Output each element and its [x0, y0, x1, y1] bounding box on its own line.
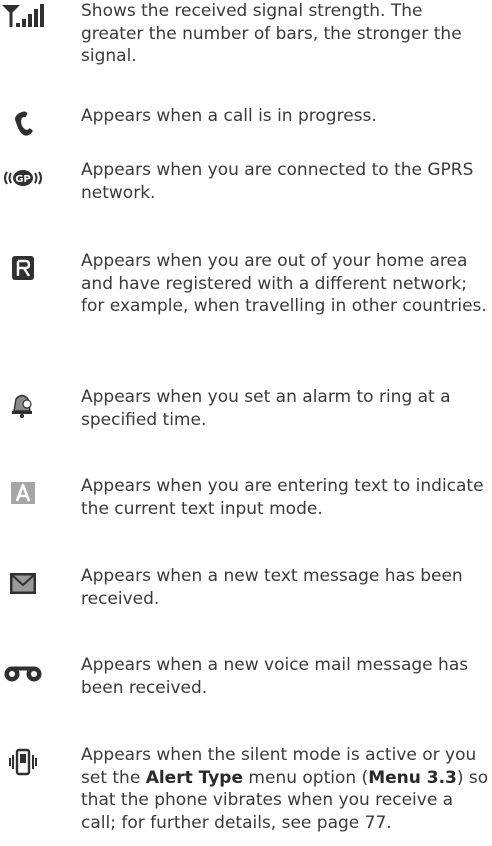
- gprs-icon: GP: [0, 160, 60, 194]
- new-message-icon: [0, 566, 60, 600]
- item-description: Appears when you are connected to the GP…: [81, 160, 474, 203]
- alarm-icon: [0, 387, 60, 421]
- item-description: Appears when a new voice mail message ha…: [81, 655, 469, 698]
- roaming-icon: [0, 251, 60, 285]
- text-input-mode-icon: [0, 476, 60, 510]
- item-description: Appears when a new text message has been…: [81, 566, 463, 609]
- item-description: Appears when you set an alarm to ring at…: [81, 387, 451, 430]
- voice-mail-icon: [0, 655, 60, 689]
- item-description: Appears when the silent mode is active o…: [81, 745, 489, 833]
- alert-type-label: Alert Type: [145, 767, 244, 788]
- silent-vibrate-icon: [0, 745, 60, 779]
- item-description: Shows the received signal strength. The …: [81, 1, 462, 66]
- svg-text:GP: GP: [15, 174, 31, 185]
- item-description: Appears when you are out of your home ar…: [81, 251, 487, 316]
- item-description: Appears when a call is in progress.: [81, 106, 377, 126]
- call-in-progress-icon: [0, 106, 60, 140]
- signal-strength-icon: [0, 1, 60, 35]
- item-description: Appears when you are entering text to in…: [81, 476, 484, 519]
- menu-reference: Menu 3.3: [368, 767, 457, 788]
